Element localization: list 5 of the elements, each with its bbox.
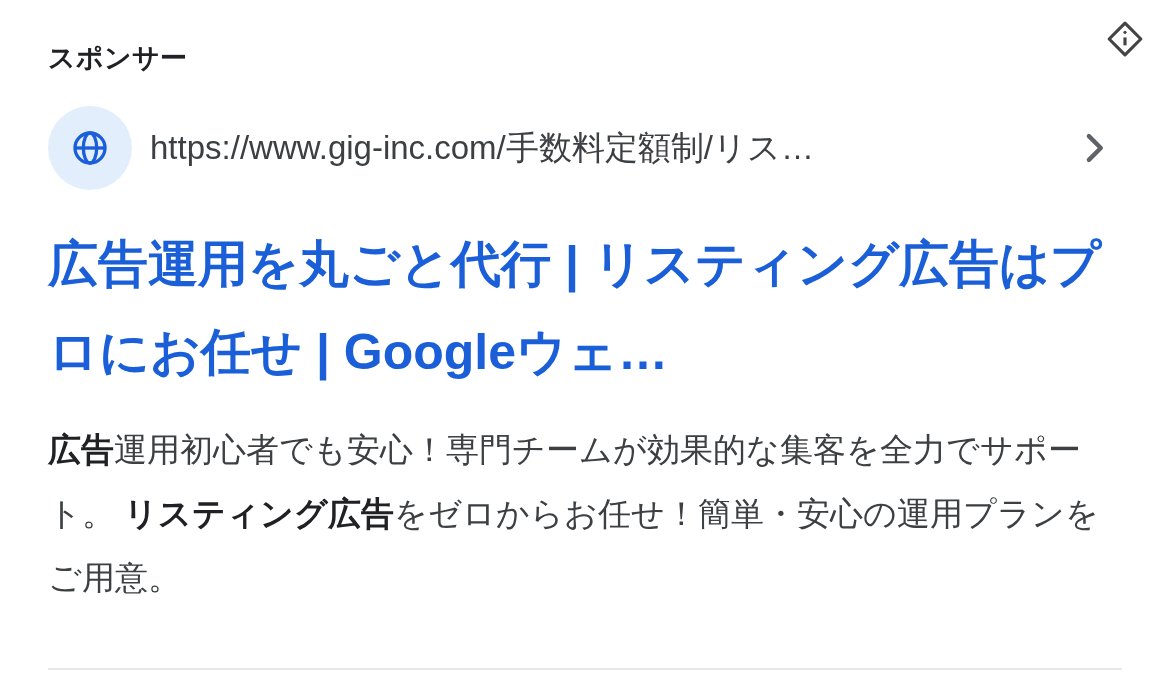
- ad-title-link[interactable]: 広告運用を丸ごと代行 | リスティング広告はプロにお任せ | Googleウェ…: [48, 220, 1108, 396]
- ad-description: 広告運用初心者でも安心！専門チームが効果的な集客を全力でサポート。 リスティング広告をゼロからお任せ！簡単・安心の運用プランをご用意。: [48, 430, 1101, 598]
- info-icon[interactable]: [1106, 20, 1144, 58]
- url-link[interactable]: https://www.gig-inc.com/手数料定額制/リス…: [150, 123, 814, 173]
- sponsored-label: スポンサー: [48, 42, 188, 75]
